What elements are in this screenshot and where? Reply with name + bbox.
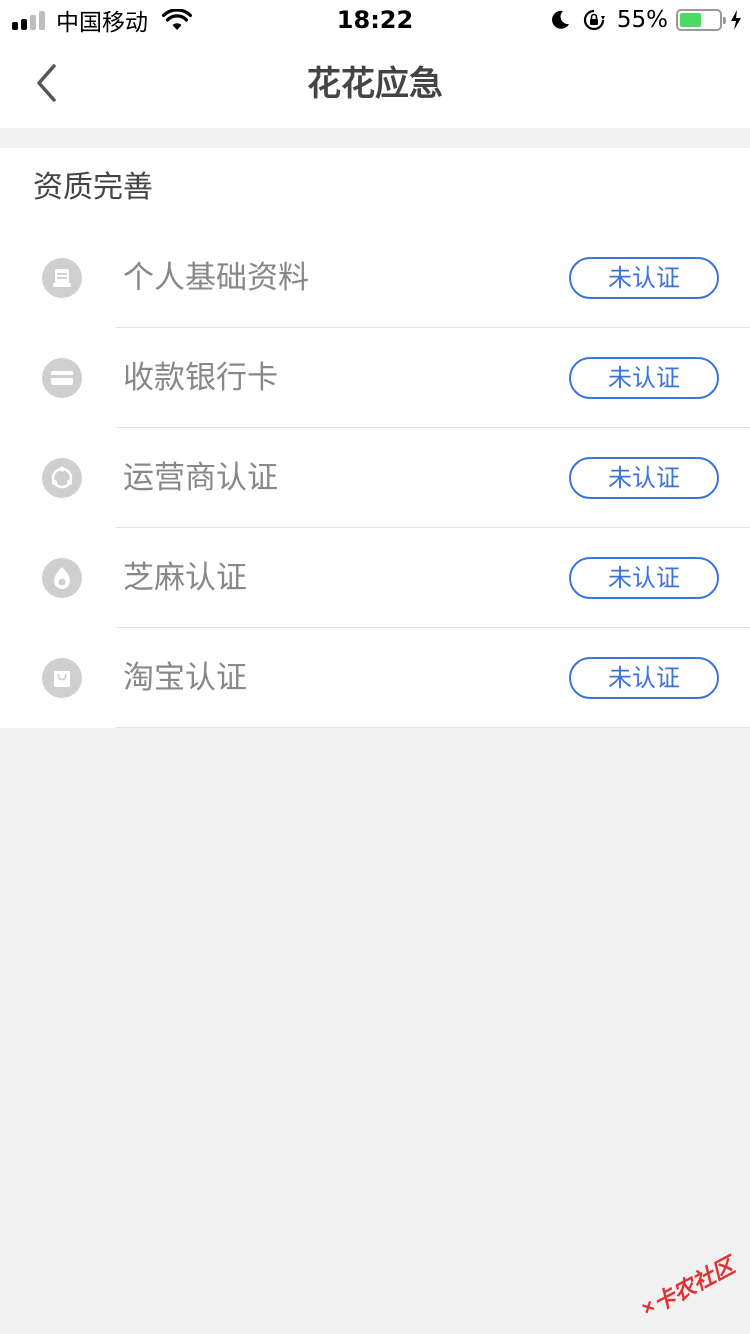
- carrier-icon: [42, 458, 82, 498]
- rotation-lock-icon: [583, 9, 605, 31]
- list-item-bank-card[interactable]: 收款银行卡 未认证: [0, 328, 750, 428]
- list-item-sesame[interactable]: 芝麻认证 未认证: [0, 528, 750, 628]
- battery-percent: 55%: [616, 7, 668, 33]
- list-item-label: 芝麻认证: [123, 560, 247, 596]
- sesame-icon: [42, 558, 82, 598]
- verify-status-button[interactable]: 未认证: [569, 457, 719, 499]
- profile-icon: [42, 258, 82, 298]
- status-bar: 中国移动 18:22 55%: [0, 0, 750, 40]
- qualification-card: 资质完善 个人基础资料 未认证 收款银行卡 未认证 运营商认证 未认证 芝麻认证…: [0, 148, 750, 728]
- battery-icon: [676, 9, 726, 31]
- charging-bolt-icon: [731, 10, 741, 30]
- verify-status-button[interactable]: 未认证: [569, 357, 719, 399]
- page-title: 花花应急: [307, 64, 443, 104]
- list-item-personal-info[interactable]: 个人基础资料 未认证: [0, 228, 750, 328]
- verify-status-button[interactable]: 未认证: [569, 257, 719, 299]
- moon-icon: [551, 10, 569, 29]
- list-item-taobao[interactable]: 淘宝认证 未认证: [0, 628, 750, 728]
- verify-status-button[interactable]: 未认证: [569, 557, 719, 599]
- bank-card-icon: [42, 358, 82, 398]
- list-item-label: 个人基础资料: [123, 260, 309, 296]
- battery-fill: [680, 13, 701, 27]
- divider: [115, 727, 750, 728]
- taobao-icon: [42, 658, 82, 698]
- verify-status-button[interactable]: 未认证: [569, 657, 719, 699]
- list-item-label: 淘宝认证: [123, 660, 247, 696]
- watermark-text: 卡农社区: [649, 1253, 740, 1318]
- watermark: 卡农社区: [630, 1236, 746, 1334]
- list-item-label: 运营商认证: [123, 460, 278, 496]
- list-item-label: 收款银行卡: [123, 360, 278, 396]
- section-title: 资质完善: [33, 170, 153, 205]
- list-item-carrier[interactable]: 运营商认证 未认证: [0, 428, 750, 528]
- nav-bar: 花花应急: [0, 40, 750, 128]
- status-right: 55%: [549, 5, 742, 35]
